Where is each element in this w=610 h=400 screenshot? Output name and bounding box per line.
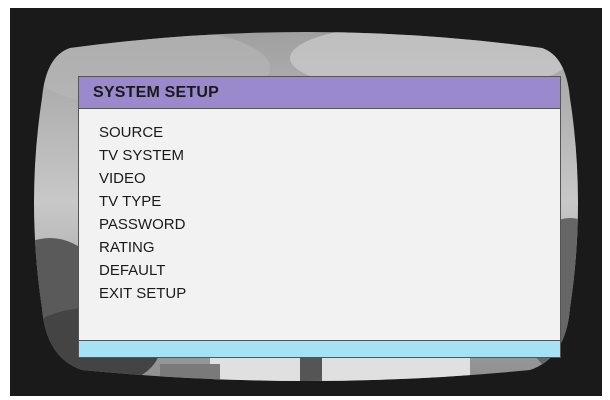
menu-title: SYSTEM SETUP: [93, 84, 219, 101]
menu-item-tv-system[interactable]: TV SYSTEM: [99, 144, 186, 167]
menu-item-video[interactable]: VIDEO: [99, 167, 186, 190]
menu-title-bar: SYSTEM SETUP: [79, 77, 560, 109]
menu-item-source[interactable]: SOURCE: [99, 121, 186, 144]
menu-item-default[interactable]: DEFAULT: [99, 259, 186, 282]
menu-list: SOURCE TV SYSTEM VIDEO TV TYPE PASSWORD …: [99, 121, 186, 305]
system-setup-menu: SYSTEM SETUP SOURCE TV SYSTEM VIDEO TV T…: [78, 76, 561, 358]
tv-frame: SYSTEM SETUP SOURCE TV SYSTEM VIDEO TV T…: [10, 8, 602, 396]
menu-item-rating[interactable]: RATING: [99, 236, 186, 259]
menu-status-bar: [79, 340, 560, 357]
menu-item-tv-type[interactable]: TV TYPE: [99, 190, 186, 213]
menu-item-exit-setup[interactable]: EXIT SETUP: [99, 282, 186, 305]
menu-item-password[interactable]: PASSWORD: [99, 213, 186, 236]
